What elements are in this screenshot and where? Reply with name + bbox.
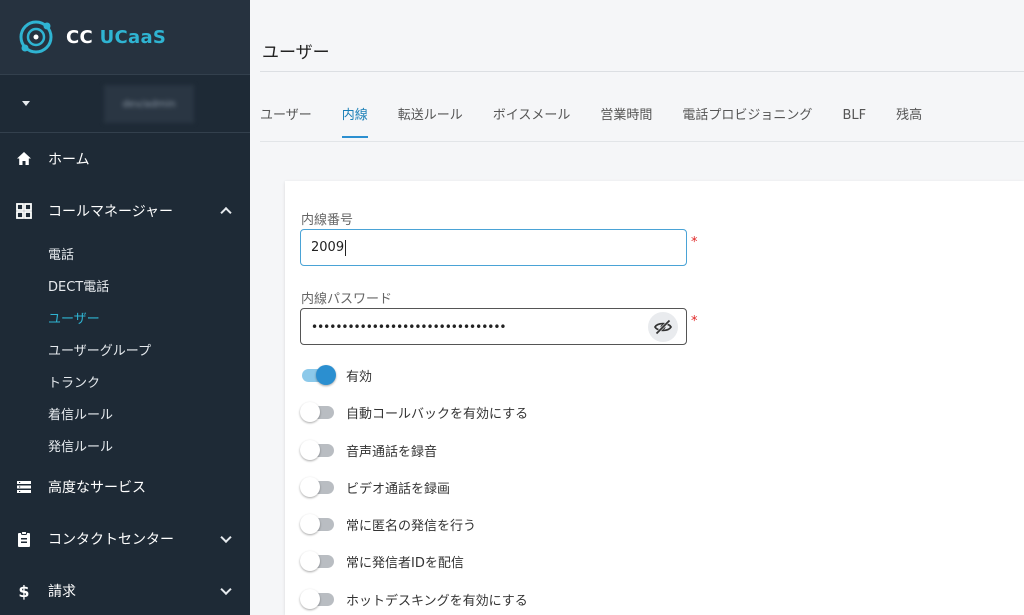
grid-icon xyxy=(15,202,33,220)
toggle-label-enabled: 有効 xyxy=(346,369,373,385)
switch-knob xyxy=(300,477,320,497)
title-divider xyxy=(260,71,1024,72)
list-icon xyxy=(15,478,33,496)
toggle-switch[interactable] xyxy=(300,550,336,572)
tab-extension[interactable]: 内線 xyxy=(341,98,368,140)
toggle-row-record-voice[interactable]: 音声通話を録音 xyxy=(300,439,437,461)
nav-billing[interactable]: $ 請求 xyxy=(0,565,250,615)
extension-number-value: 2009 xyxy=(311,240,345,255)
sub-item-outbound-rules[interactable]: 発信ルール xyxy=(0,429,250,461)
tab-blf[interactable]: BLF xyxy=(842,98,866,140)
brand-accent: UCaaS xyxy=(99,26,167,48)
nav-call-manager-label: コールマネージャー xyxy=(48,204,174,220)
tab-phone-provisioning[interactable]: 電話プロビジョニング xyxy=(682,98,812,140)
toggle-row-record-video[interactable]: ビデオ通話を録画 xyxy=(300,476,450,498)
toggle-label-auto-callback: 自動コールバックを有効にする xyxy=(346,406,529,422)
toggle-row-caller-id[interactable]: 常に発信者IDを配信 xyxy=(300,550,464,572)
extension-number-label: 内線番号 xyxy=(301,213,354,228)
text-cursor xyxy=(345,239,347,256)
page-title: ユーザー xyxy=(262,43,330,63)
extension-form-card: 内線番号 2009 * 内線パスワード ••••••••••••••••••••… xyxy=(285,181,1024,615)
toggle-switch[interactable] xyxy=(300,439,336,461)
toggle-row-auto-callback[interactable]: 自動コールバックを有効にする xyxy=(300,401,528,423)
switch-knob xyxy=(316,365,336,385)
extension-password-input[interactable]: •••••••••••••••••••••••••••••••• xyxy=(300,308,687,345)
sub-item-dect-phones[interactable]: DECT電話 xyxy=(0,269,250,301)
toggle-label-anonymous-calls: 常に匿名の発信を行う xyxy=(346,518,477,534)
toggle-label-record-voice: 音声通話を録音 xyxy=(346,444,438,460)
sub-item-inbound-rules[interactable]: 着信ルール xyxy=(0,397,250,429)
nav-contact-center[interactable]: コンタクトセンター xyxy=(0,513,250,565)
tabs-divider xyxy=(260,141,1024,142)
toggle-row-enabled[interactable]: 有効 xyxy=(300,364,372,386)
home-icon xyxy=(15,150,33,168)
toggle-switch[interactable] xyxy=(300,513,336,535)
sub-item-trunks[interactable]: トランク xyxy=(0,365,250,397)
main-content: ユーザー ユーザー 内線 転送ルール ボイスメール 営業時間 電話プロビジョニン… xyxy=(250,0,1024,615)
nav-advanced-services-label: 高度なサービス xyxy=(48,480,146,496)
tab-balance[interactable]: 残高 xyxy=(896,98,922,140)
brand-name: CC UCaaS xyxy=(66,27,166,48)
toggle-switch[interactable] xyxy=(300,588,336,610)
tab-bar: ユーザー 内線 転送ルール ボイスメール 営業時間 電話プロビジョニング BLF… xyxy=(260,98,952,142)
sub-item-users[interactable]: ユーザー xyxy=(0,301,250,333)
dollar-icon: $ xyxy=(18,581,30,601)
nav-call-manager[interactable]: コールマネージャー xyxy=(0,185,250,237)
sidebar: CC UCaaS dev/admin ホーム コールマネージャー 電話 DECT… xyxy=(0,0,250,615)
tab-business-hours[interactable]: 営業時間 xyxy=(600,98,652,140)
password-value: •••••••••••••••••••••••••••••••• xyxy=(311,319,506,334)
extension-number-input[interactable]: 2009 xyxy=(300,229,687,266)
nav-home-label: ホーム xyxy=(48,152,90,168)
logo-icon xyxy=(16,17,56,57)
toggle-switch[interactable] xyxy=(300,476,336,498)
required-mark: * xyxy=(691,235,698,250)
extension-password-label: 内線パスワード xyxy=(301,292,393,307)
clipboard-icon xyxy=(15,530,33,548)
toggle-row-hot-desking[interactable]: ホットデスキングを有効にする xyxy=(300,588,528,610)
tab-users[interactable]: ユーザー xyxy=(260,98,312,140)
caret-down-icon[interactable] xyxy=(22,101,30,106)
nav-billing-label: 請求 xyxy=(48,584,76,600)
switch-knob xyxy=(300,440,320,460)
nav-contact-center-label: コンタクトセンター xyxy=(48,532,174,548)
switch-knob xyxy=(300,514,320,534)
tab-forwarding-rules[interactable]: 転送ルール xyxy=(398,98,463,140)
chevron-down-icon[interactable] xyxy=(220,583,232,596)
nav-home[interactable]: ホーム xyxy=(0,133,250,185)
brand-prefix: CC xyxy=(66,26,100,48)
chevron-down-icon[interactable] xyxy=(220,531,232,544)
switch-knob xyxy=(300,551,320,571)
toggle-switch[interactable] xyxy=(300,364,336,386)
tab-voicemail[interactable]: ボイスメール xyxy=(493,98,571,140)
eye-off-icon xyxy=(653,318,673,336)
switch-knob xyxy=(300,402,320,422)
sub-item-user-groups[interactable]: ユーザーグループ xyxy=(0,333,250,365)
toggle-label-hot-desking: ホットデスキングを有効にする xyxy=(346,593,528,609)
toggle-label-caller-id: 常に発信者IDを配信 xyxy=(346,555,464,571)
sub-item-phones[interactable]: 電話 xyxy=(0,237,250,269)
account-name: dev/admin xyxy=(104,85,194,123)
switch-knob xyxy=(300,589,320,609)
toggle-switch[interactable] xyxy=(300,401,336,423)
toggle-password-visibility-button[interactable] xyxy=(648,312,678,342)
logo-area: CC UCaaS xyxy=(0,0,250,75)
required-mark: * xyxy=(691,314,698,329)
account-switcher[interactable]: dev/admin xyxy=(0,75,250,133)
toggle-row-anonymous-calls[interactable]: 常に匿名の発信を行う xyxy=(300,513,476,535)
toggle-label-record-video: ビデオ通話を録画 xyxy=(346,481,451,497)
nav-advanced-services[interactable]: 高度なサービス xyxy=(0,461,250,513)
chevron-up-icon[interactable] xyxy=(220,206,232,219)
